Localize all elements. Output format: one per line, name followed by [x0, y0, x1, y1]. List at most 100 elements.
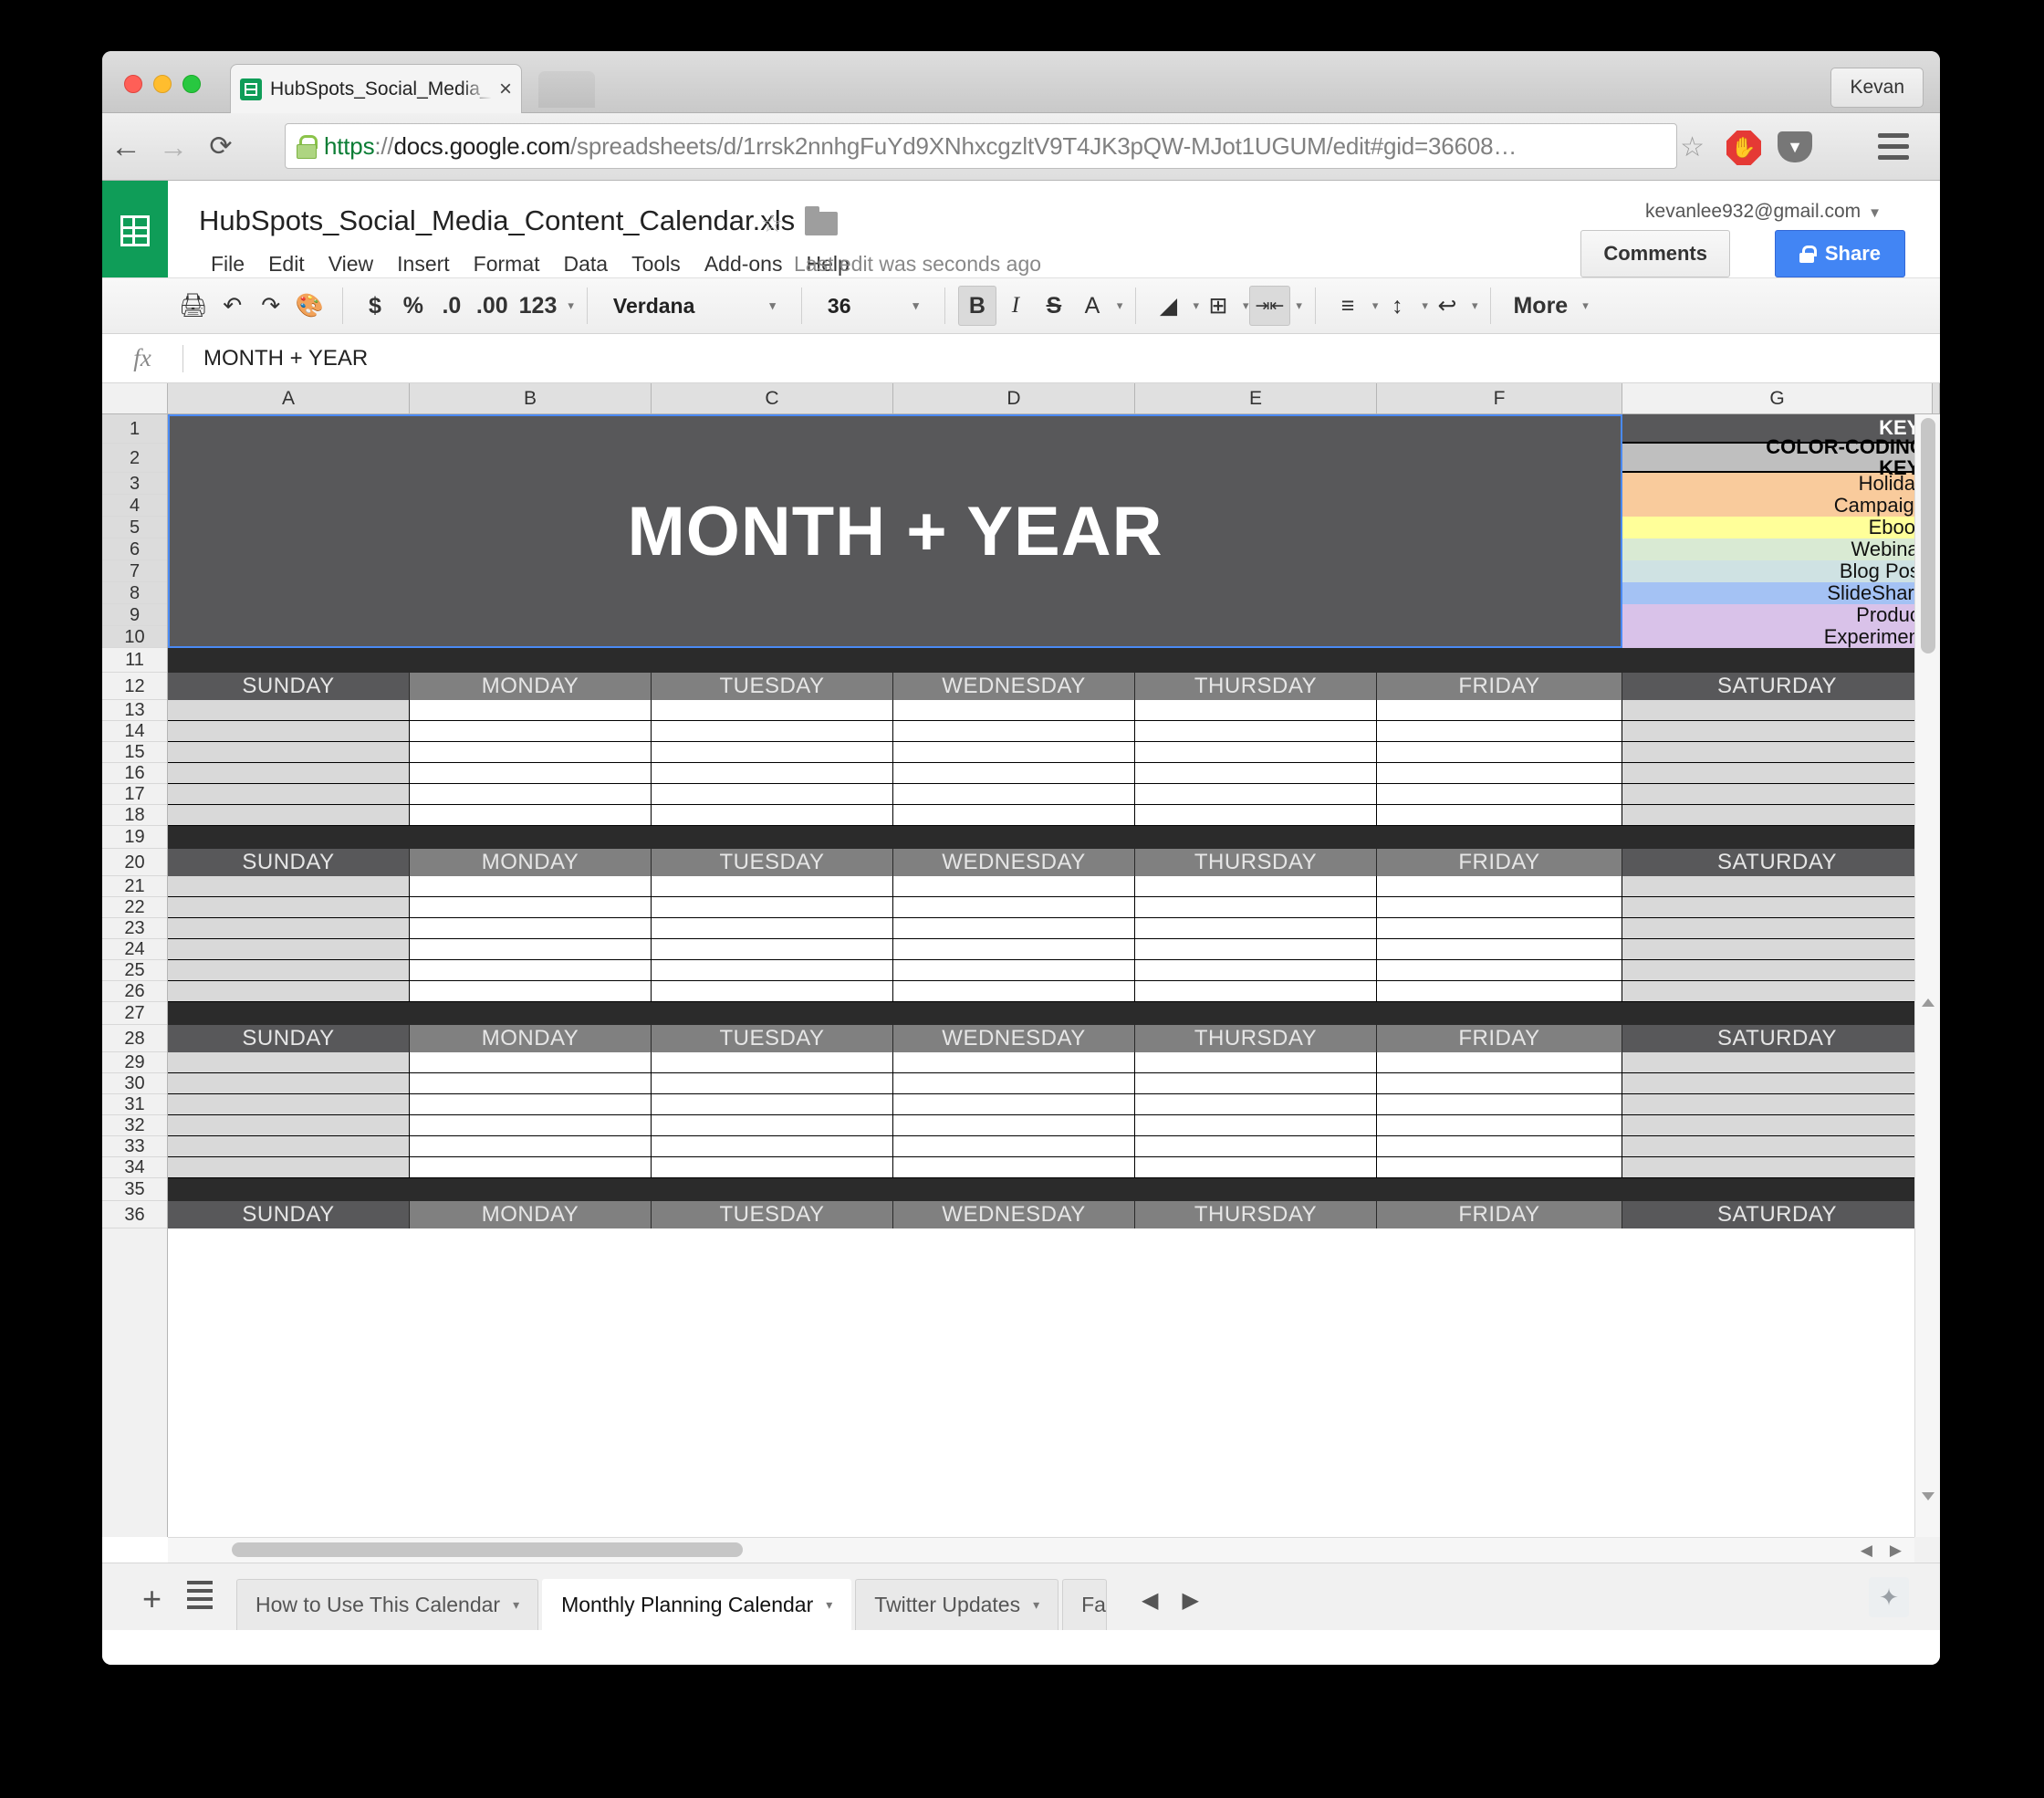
calendar-day-cell[interactable] — [893, 939, 1135, 960]
merge-cells-icon[interactable]: ⇥⇤ — [1248, 286, 1291, 326]
next-sheet-icon[interactable]: ▶ — [1182, 1587, 1198, 1614]
weekday-header-sunday[interactable]: SUNDAY — [168, 1025, 410, 1052]
calendar-day-cell[interactable] — [410, 700, 652, 721]
key-item-blog-post[interactable]: Blog Post — [1622, 559, 1914, 582]
row-header-31[interactable]: 31 — [102, 1094, 167, 1115]
calendar-day-cell[interactable] — [410, 1094, 652, 1115]
undo-icon[interactable]: ↶ — [214, 286, 252, 326]
calendar-day-cell[interactable] — [893, 1157, 1135, 1178]
calendar-day-cell[interactable] — [168, 918, 410, 939]
chevron-down-icon[interactable]: ▾ — [1582, 298, 1589, 313]
menu-addons[interactable]: Add-ons — [693, 250, 795, 277]
calendar-day-cell[interactable] — [1377, 1136, 1622, 1157]
calendar-day-cell[interactable] — [168, 1115, 410, 1136]
menu-tools[interactable]: Tools — [620, 250, 693, 277]
maximize-window-button[interactable] — [182, 75, 201, 93]
scroll-up-icon[interactable] — [1922, 998, 1934, 1007]
calendar-day-cell[interactable] — [893, 700, 1135, 721]
menu-file[interactable]: File — [199, 250, 256, 277]
calendar-day-cell[interactable] — [1622, 784, 1914, 805]
weekday-header-thursday[interactable]: THURSDAY — [1135, 673, 1377, 700]
row-header-3[interactable]: 3 — [102, 473, 167, 495]
calendar-day-cell[interactable] — [652, 1094, 893, 1115]
vertical-scroll-thumb[interactable] — [1921, 418, 1935, 653]
calendar-day-cell[interactable] — [410, 721, 652, 742]
calendar-day-cell[interactable] — [652, 876, 893, 897]
row-header-29[interactable]: 29 — [102, 1052, 167, 1073]
calendar-day-cell[interactable] — [1135, 700, 1377, 721]
calendar-day-cell[interactable] — [1622, 939, 1914, 960]
bold-button[interactable]: B — [957, 286, 996, 326]
row-header-15[interactable]: 15 — [102, 742, 167, 763]
calendar-day-cell[interactable] — [1622, 721, 1914, 742]
calendar-day-cell[interactable] — [652, 1115, 893, 1136]
pocket-extension-icon[interactable]: ▼ — [1778, 131, 1812, 162]
sheet-tab-twitter-updates[interactable]: Twitter Updates ▾ — [855, 1579, 1059, 1630]
reload-icon[interactable]: ⟳ — [197, 132, 245, 161]
row-header-25[interactable]: 25 — [102, 960, 167, 981]
calendar-day-cell[interactable] — [168, 1157, 410, 1178]
calendar-day-cell[interactable] — [1622, 1073, 1914, 1094]
calendar-day-cell[interactable] — [893, 981, 1135, 1002]
weekday-header-friday[interactable]: FRIDAY — [1377, 1025, 1622, 1052]
column-header-d[interactable]: D — [893, 383, 1135, 413]
row-header-18[interactable]: 18 — [102, 805, 167, 826]
chevron-down-icon[interactable]: ▾ — [1296, 298, 1302, 313]
row-header-14[interactable]: 14 — [102, 721, 167, 742]
chevron-down-icon[interactable]: ▾ — [1472, 298, 1478, 313]
calendar-day-cell[interactable] — [893, 742, 1135, 763]
strikethrough-button[interactable]: S — [1035, 286, 1073, 326]
calendar-day-cell[interactable] — [410, 939, 652, 960]
function-icon[interactable]: fx — [102, 344, 182, 372]
calendar-day-cell[interactable] — [1135, 876, 1377, 897]
horizontal-scroll-thumb[interactable] — [232, 1542, 743, 1557]
currency-format-button[interactable]: $ — [356, 286, 394, 326]
calendar-day-cell[interactable] — [652, 960, 893, 981]
row-header-34[interactable]: 34 — [102, 1157, 167, 1178]
row-header-12[interactable]: 12 — [102, 673, 167, 700]
account-email[interactable]: kevanlee932@gmail.com ▼ — [1645, 201, 1882, 223]
calendar-day-cell[interactable] — [168, 763, 410, 784]
calendar-day-cell[interactable] — [652, 897, 893, 918]
calendar-day-cell[interactable] — [652, 805, 893, 826]
calendar-day-cell[interactable] — [410, 897, 652, 918]
calendar-day-cell[interactable] — [1135, 784, 1377, 805]
calendar-day-cell[interactable] — [1377, 939, 1622, 960]
key-item-holiday[interactable]: Holiday — [1622, 472, 1914, 495]
calendar-day-cell[interactable] — [1135, 939, 1377, 960]
calendar-day-cell[interactable] — [1135, 1136, 1377, 1157]
calendar-day-cell[interactable] — [168, 1136, 410, 1157]
weekday-header-saturday[interactable]: SATURDAY — [1622, 1201, 1914, 1228]
explore-button[interactable]: ✦ — [1869, 1577, 1909, 1617]
calendar-day-cell[interactable] — [1377, 763, 1622, 784]
calendar-day-cell[interactable] — [652, 981, 893, 1002]
calendar-day-cell[interactable] — [652, 700, 893, 721]
calendar-day-cell[interactable] — [893, 897, 1135, 918]
scroll-left-icon[interactable]: ◀ — [1861, 1542, 1872, 1560]
menu-view[interactable]: View — [317, 250, 385, 277]
row-header-22[interactable]: 22 — [102, 897, 167, 918]
weekday-header-thursday[interactable]: THURSDAY — [1135, 1025, 1377, 1052]
calendar-day-cell[interactable] — [1622, 1136, 1914, 1157]
chevron-down-icon[interactable]: ▾ — [568, 298, 574, 313]
calendar-day-cell[interactable] — [893, 1136, 1135, 1157]
calendar-day-cell[interactable] — [893, 1052, 1135, 1073]
calendar-day-cell[interactable] — [1377, 897, 1622, 918]
font-family-select[interactable]: Verdana ▾ — [600, 286, 788, 326]
calendar-day-cell[interactable] — [168, 742, 410, 763]
text-wrap-icon[interactable]: ↩ — [1428, 286, 1466, 326]
weekday-header-monday[interactable]: MONDAY — [410, 673, 652, 700]
add-sheet-button[interactable]: + — [130, 1583, 182, 1630]
weekday-header-saturday[interactable]: SATURDAY — [1622, 1025, 1914, 1052]
calendar-day-cell[interactable] — [1377, 1052, 1622, 1073]
calendar-day-cell[interactable] — [410, 876, 652, 897]
chevron-down-icon[interactable]: ▾ — [513, 1597, 519, 1613]
calendar-day-cell[interactable] — [652, 1157, 893, 1178]
calendar-day-cell[interactable] — [410, 805, 652, 826]
calendar-day-cell[interactable] — [893, 1073, 1135, 1094]
close-window-button[interactable] — [124, 75, 142, 93]
calendar-day-cell[interactable] — [1135, 1094, 1377, 1115]
weekday-header-sunday[interactable]: SUNDAY — [168, 849, 410, 876]
row-header-9[interactable]: 9 — [102, 604, 167, 626]
calendar-day-cell[interactable] — [1377, 742, 1622, 763]
